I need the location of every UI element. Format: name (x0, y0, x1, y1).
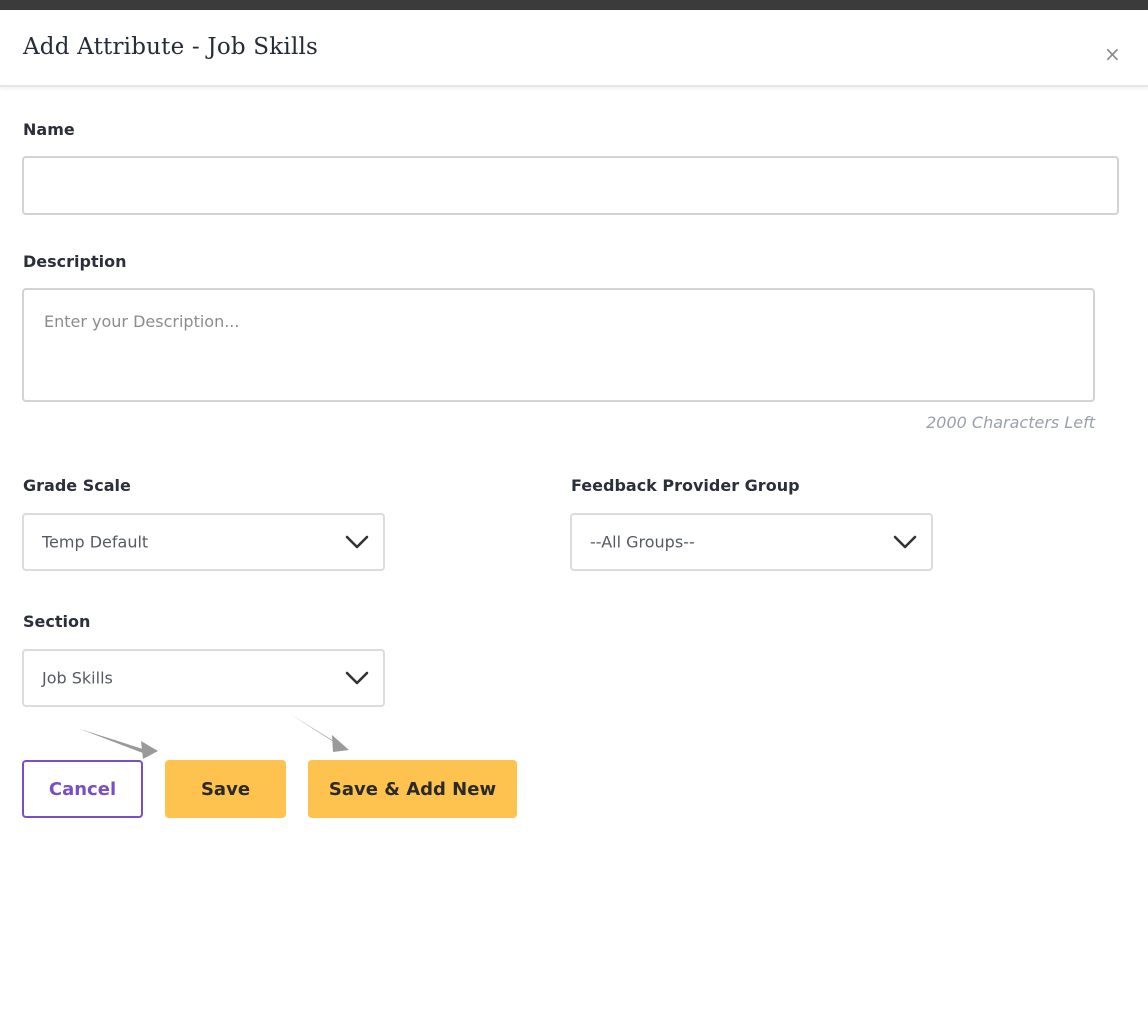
feedback-provider-group-selected-value: --All Groups-- (590, 532, 695, 552)
annotation-arrows (80, 714, 349, 759)
save-button[interactable]: Save (165, 760, 286, 818)
cancel-button[interactable]: Cancel (22, 760, 143, 818)
description-label: Description (23, 252, 127, 271)
annotation-arrow-save (80, 729, 158, 759)
name-input[interactable] (22, 156, 1119, 215)
grade-scale-selected-value: Temp Default (42, 532, 149, 552)
grade-scale-label: Grade Scale (23, 476, 131, 495)
save-and-add-new-button[interactable]: Save & Add New (308, 760, 517, 818)
name-label: Name (23, 120, 75, 139)
chevron-down-icon (893, 535, 917, 549)
section-select[interactable]: Job Skills (22, 649, 385, 707)
window-top-strip (0, 0, 1148, 10)
section-selected-value: Job Skills (42, 668, 113, 688)
feedback-provider-group-select[interactable]: --All Groups-- (570, 513, 933, 571)
chevron-down-icon (345, 671, 369, 685)
description-textarea[interactable] (22, 288, 1095, 402)
section-label: Section (23, 612, 91, 631)
annotation-arrow-save-add-new (290, 714, 349, 752)
close-icon[interactable]: × (1104, 44, 1121, 64)
characters-left-counter: 2000 Characters Left (926, 413, 1095, 432)
grade-scale-select[interactable]: Temp Default (22, 513, 385, 571)
feedback-provider-group-label: Feedback Provider Group (571, 476, 800, 495)
chevron-down-icon (345, 535, 369, 549)
modal-header: Add Attribute - Job Skills × (0, 10, 1148, 87)
modal-title: Add Attribute - Job Skills (23, 34, 319, 60)
